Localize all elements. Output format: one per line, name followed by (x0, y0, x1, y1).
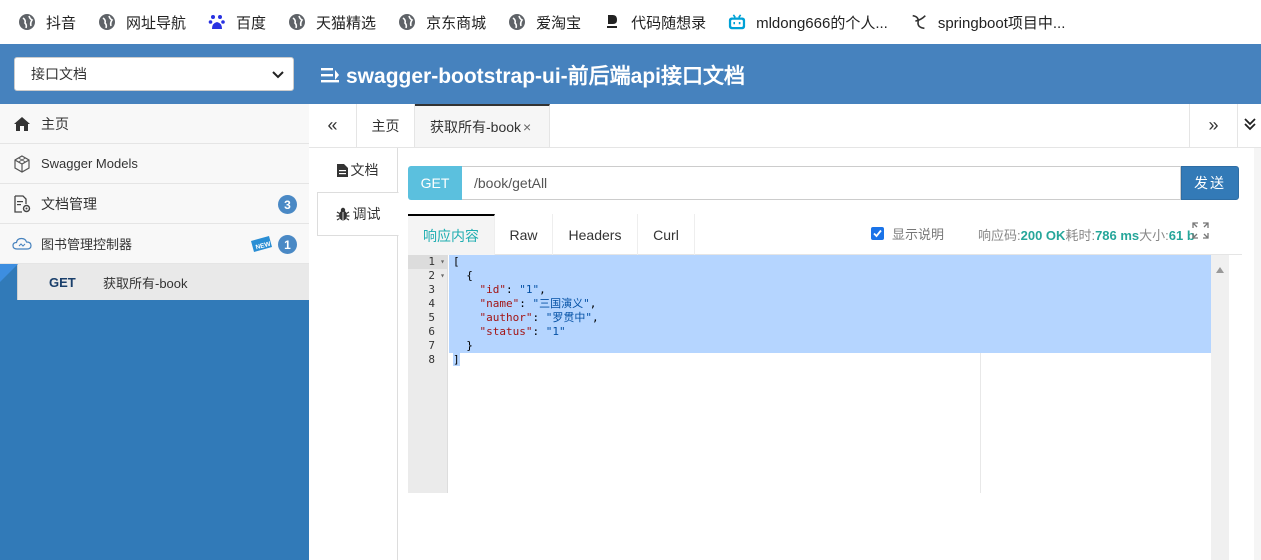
line-number: 8 (428, 353, 435, 366)
code-line: ] (453, 353, 460, 366)
sidebar-item-home[interactable]: 主页 (0, 104, 309, 144)
code-line: "status": "1" (449, 325, 1221, 339)
bookmark-springboot[interactable]: springboot项目中... (910, 12, 1065, 33)
code-line: } (449, 339, 1221, 353)
tab-doc[interactable]: 文档 (317, 148, 398, 192)
code-line: "id": "1", (449, 283, 1221, 297)
group-select[interactable]: 接口文档 (14, 57, 294, 91)
fullscreen-icon[interactable] (1192, 222, 1209, 242)
print-margin (980, 353, 981, 493)
tabs-scroll-right-button[interactable]: » (1189, 104, 1237, 147)
code-line: [ (449, 255, 1221, 269)
status-code: 200 OK (1020, 228, 1066, 243)
scroll-up-icon (1216, 261, 1224, 276)
sidebar-api-item[interactable]: GET 获取所有-book (0, 264, 309, 300)
line-number: 5 (428, 311, 435, 324)
code-line: { (449, 269, 1221, 283)
response-editor[interactable]: 1 ▾ 2 ▾ 3 4 5 6 7 8 [ { "id": "1", "name":… (408, 255, 1221, 493)
line-number: 3 (428, 283, 435, 296)
checkbox-checked-icon (871, 227, 884, 240)
doc-settings-icon (12, 194, 32, 214)
cloud-icon (12, 234, 32, 254)
count-badge: 3 (278, 195, 297, 214)
home-icon (12, 114, 32, 134)
vertical-tabs: 文档 调试 (317, 148, 399, 236)
response-time: 786 ms (1095, 228, 1140, 243)
page-scrollbar[interactable] (1254, 148, 1261, 560)
debug-panel: GET 发送 响应内容 Raw Headers Curl 显示说明 响应码:20… (397, 148, 1261, 560)
line-number: 2 ▾ (428, 269, 445, 282)
response-status: 响应码:200 OK耗时:786 ms大小:61 b (978, 228, 1195, 243)
code-line: "name": "三国演义", (449, 297, 1221, 311)
yuque-icon (910, 13, 928, 31)
tab-get-all-book[interactable]: 获取所有-book × (415, 104, 550, 147)
response-size: 61 b (1168, 228, 1195, 243)
globe-icon (98, 13, 116, 31)
double-chevron-down-icon (1243, 117, 1257, 134)
page-title: swagger-bootstrap-ui-前后端api接口文档 (320, 60, 745, 90)
code-area: [ { "id": "1", "name": "三国演义", "author":… (449, 255, 1221, 367)
sidebar-item-book-controller[interactable]: 图书管理控制器 NEW 1 (0, 224, 309, 264)
new-tag-icon: NEW (249, 235, 273, 256)
method-badge: GET (408, 166, 462, 200)
tab-home[interactable]: 主页 (357, 104, 415, 147)
line-number: 6 (428, 325, 435, 338)
tabs-menu-button[interactable] (1237, 104, 1261, 147)
sidebar-item-doc-management[interactable]: 文档管理 3 (0, 184, 309, 224)
globe-icon (18, 13, 36, 31)
bookmark-jd[interactable]: 京东商城 (398, 12, 486, 33)
send-button[interactable]: 发送 (1181, 166, 1239, 200)
bookmarks-bar: 抖音 网址导航 百度 天猫精选 京东商城 爱淘宝 代码随想录 mldong666… (0, 0, 1261, 44)
bookmark-nav[interactable]: 网址导航 (98, 12, 186, 33)
line-number: 7 (428, 339, 435, 352)
globe-icon (398, 13, 416, 31)
app-header: 接口文档 swagger-bootstrap-ui-前后端api接口文档 (0, 44, 1261, 104)
tab-raw[interactable]: Raw (495, 214, 553, 255)
bookmark-taobao[interactable]: 爱淘宝 (508, 12, 581, 33)
tab-curl[interactable]: Curl (638, 214, 695, 255)
new-corner-icon (0, 264, 18, 285)
code-line: "author": "罗贯中", (449, 311, 1221, 325)
api-method: GET (49, 274, 76, 290)
tab-bar: « 主页 获取所有-book × » (309, 104, 1261, 148)
sidebar-item-swagger-models[interactable]: Swagger Models (0, 144, 309, 184)
bug-icon (336, 207, 350, 221)
count-badge: 1 (278, 235, 297, 254)
tab-close-icon[interactable]: × (523, 119, 531, 135)
line-number: 1 ▾ (408, 255, 447, 269)
bookmark-douyin[interactable]: 抖音 (18, 12, 76, 33)
menu-toggle-icon[interactable] (320, 66, 340, 84)
request-bar: GET 发送 (408, 166, 1239, 200)
file-icon (336, 163, 348, 177)
bookmark-code[interactable]: 代码随想录 (603, 12, 706, 33)
main-content: 文档 调试 GET 发送 响应内容 Raw Headers Curl 显示说明 … (309, 148, 1261, 560)
tabs-scroll-left-button[interactable]: « (309, 104, 357, 147)
api-label: 获取所有-book (103, 275, 188, 291)
url-input[interactable] (462, 166, 1181, 200)
chevron-down-icon (271, 67, 285, 84)
show-desc-checkbox[interactable]: 显示说明 (871, 224, 944, 243)
tab-response-content[interactable]: 响应内容 (408, 214, 495, 255)
response-tabs: 响应内容 Raw Headers Curl 显示说明 响应码:200 OK耗时:… (408, 214, 1242, 255)
bookmark-baidu[interactable]: 百度 (208, 12, 266, 33)
sidebar: 主页 Swagger Models 文档管理 3 图书管理控制器 NEW 1 G… (0, 104, 309, 560)
tab-headers[interactable]: Headers (553, 214, 638, 255)
dm-logo-icon (603, 13, 621, 31)
line-number: 4 (428, 297, 435, 310)
baidu-paw-icon (208, 13, 226, 31)
editor-scrollbar[interactable] (1211, 255, 1229, 560)
tab-debug[interactable]: 调试 (317, 192, 399, 236)
globe-icon (508, 13, 526, 31)
bilibili-icon (728, 13, 746, 31)
globe-icon (288, 13, 306, 31)
bookmark-tmall[interactable]: 天猫精选 (288, 12, 376, 33)
cube-icon (12, 154, 32, 174)
line-gutter: 1 ▾ 2 ▾ 3 4 5 6 7 8 (408, 255, 448, 493)
bookmark-bilibili[interactable]: mldong666的个人... (728, 12, 888, 33)
